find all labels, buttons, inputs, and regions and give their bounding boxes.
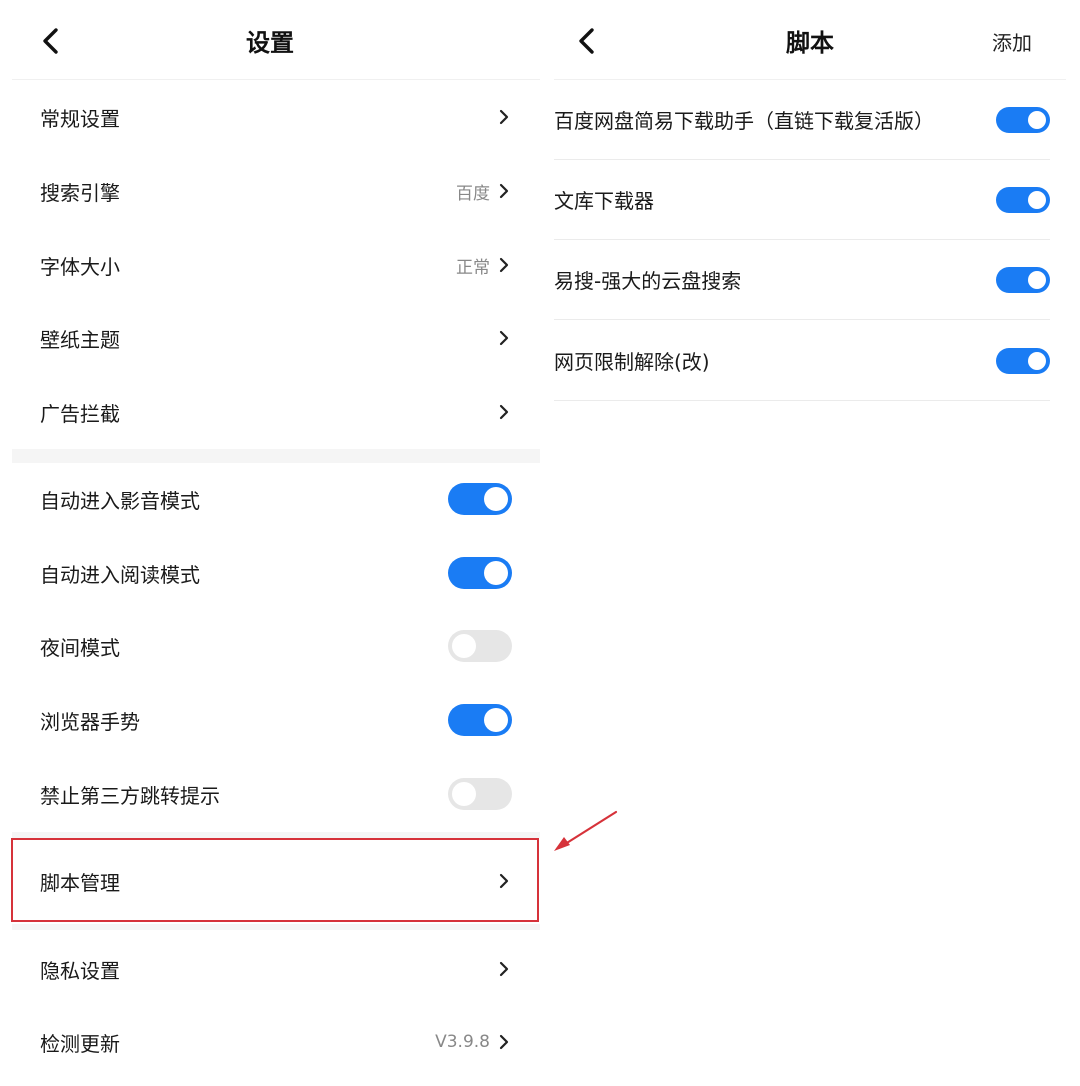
chevron-right-icon bbox=[496, 183, 512, 199]
row-label: 隐私设置 bbox=[40, 958, 120, 983]
script-toggle[interactable] bbox=[996, 266, 1050, 293]
script-toggle[interactable] bbox=[996, 347, 1050, 374]
script-toggle[interactable] bbox=[996, 186, 1050, 213]
add-script-button[interactable]: 添加 bbox=[992, 26, 1032, 56]
chevron-right-icon bbox=[496, 1034, 512, 1050]
row-label: 字体大小 bbox=[40, 254, 120, 279]
row-label: 检测更新 bbox=[40, 1031, 120, 1056]
row-label: 壁纸主题 bbox=[40, 327, 120, 352]
browser-gestures-toggle[interactable] bbox=[448, 704, 512, 736]
settings-row-check-update[interactable]: 检测更新 V3.9.8 bbox=[12, 1005, 540, 1079]
settings-row-night-mode: 夜间模式 bbox=[12, 609, 540, 683]
row-label: 广告拦截 bbox=[40, 401, 120, 426]
script-item: 网页限制解除(改) bbox=[554, 321, 1050, 401]
row-label: 自动进入阅读模式 bbox=[40, 562, 200, 587]
night-mode-toggle[interactable] bbox=[448, 630, 512, 662]
auto-media-mode-toggle[interactable] bbox=[448, 483, 512, 515]
scripts-topbar: 脚本 添加 bbox=[554, 0, 1066, 80]
script-item: 百度网盘简易下载助手（直链下载复活版） bbox=[554, 80, 1050, 160]
settings-row-font-size[interactable]: 字体大小 正常 bbox=[12, 228, 540, 302]
scripts-panel: 脚本 添加 百度网盘简易下载助手（直链下载复活版） 文库下载器 易搜-强大的云盘… bbox=[540, 0, 1080, 1086]
chevron-right-icon bbox=[496, 961, 512, 977]
annotation-arrow-icon bbox=[554, 810, 618, 851]
script-label: 百度网盘简易下载助手（直链下载复活版） bbox=[554, 109, 934, 133]
section-divider bbox=[12, 832, 540, 838]
page-title: 脚本 bbox=[786, 28, 834, 57]
row-label: 夜间模式 bbox=[40, 635, 120, 660]
back-button[interactable] bbox=[572, 26, 602, 56]
script-toggle[interactable] bbox=[996, 106, 1050, 133]
version-value: V3.9.8 bbox=[435, 1032, 490, 1052]
settings-row-privacy[interactable]: 隐私设置 bbox=[12, 932, 540, 1006]
script-item: 文库下载器 bbox=[554, 160, 1050, 240]
screen: 设置 常规设置 搜索引擎 百度 字体大小 正常 壁纸主题 广告拦截 自动进入影音… bbox=[0, 0, 1080, 1086]
settings-row-search-engine[interactable]: 搜索引擎 百度 bbox=[12, 154, 540, 228]
row-label: 脚本管理 bbox=[40, 870, 120, 895]
settings-row-block-redirect-prompt: 禁止第三方跳转提示 bbox=[12, 757, 540, 831]
row-label: 浏览器手势 bbox=[40, 709, 140, 734]
chevron-right-icon bbox=[496, 873, 512, 889]
chevron-left-icon bbox=[579, 28, 594, 54]
section-divider bbox=[12, 924, 540, 930]
chevron-right-icon bbox=[496, 404, 512, 420]
row-value: 正常 bbox=[456, 257, 490, 278]
block-redirect-prompt-toggle[interactable] bbox=[448, 778, 512, 810]
auto-reading-mode-toggle[interactable] bbox=[448, 557, 512, 589]
back-button[interactable] bbox=[36, 26, 66, 56]
section-divider bbox=[12, 449, 540, 463]
settings-row-auto-reading-mode: 自动进入阅读模式 bbox=[12, 536, 540, 610]
settings-row-general[interactable]: 常规设置 bbox=[12, 80, 540, 154]
row-value: 百度 bbox=[456, 183, 490, 204]
page-title: 设置 bbox=[246, 28, 294, 57]
settings-topbar: 设置 bbox=[12, 0, 540, 80]
script-label: 网页限制解除(改) bbox=[554, 350, 710, 374]
settings-row-auto-media-mode: 自动进入影音模式 bbox=[12, 462, 540, 536]
row-label: 禁止第三方跳转提示 bbox=[40, 783, 220, 808]
script-label: 易搜-强大的云盘搜索 bbox=[554, 269, 742, 293]
settings-row-wallpaper[interactable]: 壁纸主题 bbox=[12, 301, 540, 375]
row-label: 搜索引擎 bbox=[40, 180, 120, 205]
chevron-right-icon bbox=[496, 257, 512, 273]
settings-row-browser-gestures: 浏览器手势 bbox=[12, 683, 540, 757]
script-label: 文库下载器 bbox=[554, 189, 654, 213]
chevron-right-icon bbox=[496, 109, 512, 125]
chevron-right-icon bbox=[496, 330, 512, 346]
settings-row-ad-block[interactable]: 广告拦截 bbox=[12, 375, 540, 449]
row-label: 常规设置 bbox=[40, 106, 120, 131]
row-label: 自动进入影音模式 bbox=[40, 488, 200, 513]
chevron-left-icon bbox=[43, 28, 58, 54]
settings-panel: 设置 常规设置 搜索引擎 百度 字体大小 正常 壁纸主题 广告拦截 自动进入影音… bbox=[0, 0, 540, 1086]
settings-row-script-management[interactable]: 脚本管理 bbox=[12, 842, 540, 920]
script-item: 易搜-强大的云盘搜索 bbox=[554, 240, 1050, 320]
